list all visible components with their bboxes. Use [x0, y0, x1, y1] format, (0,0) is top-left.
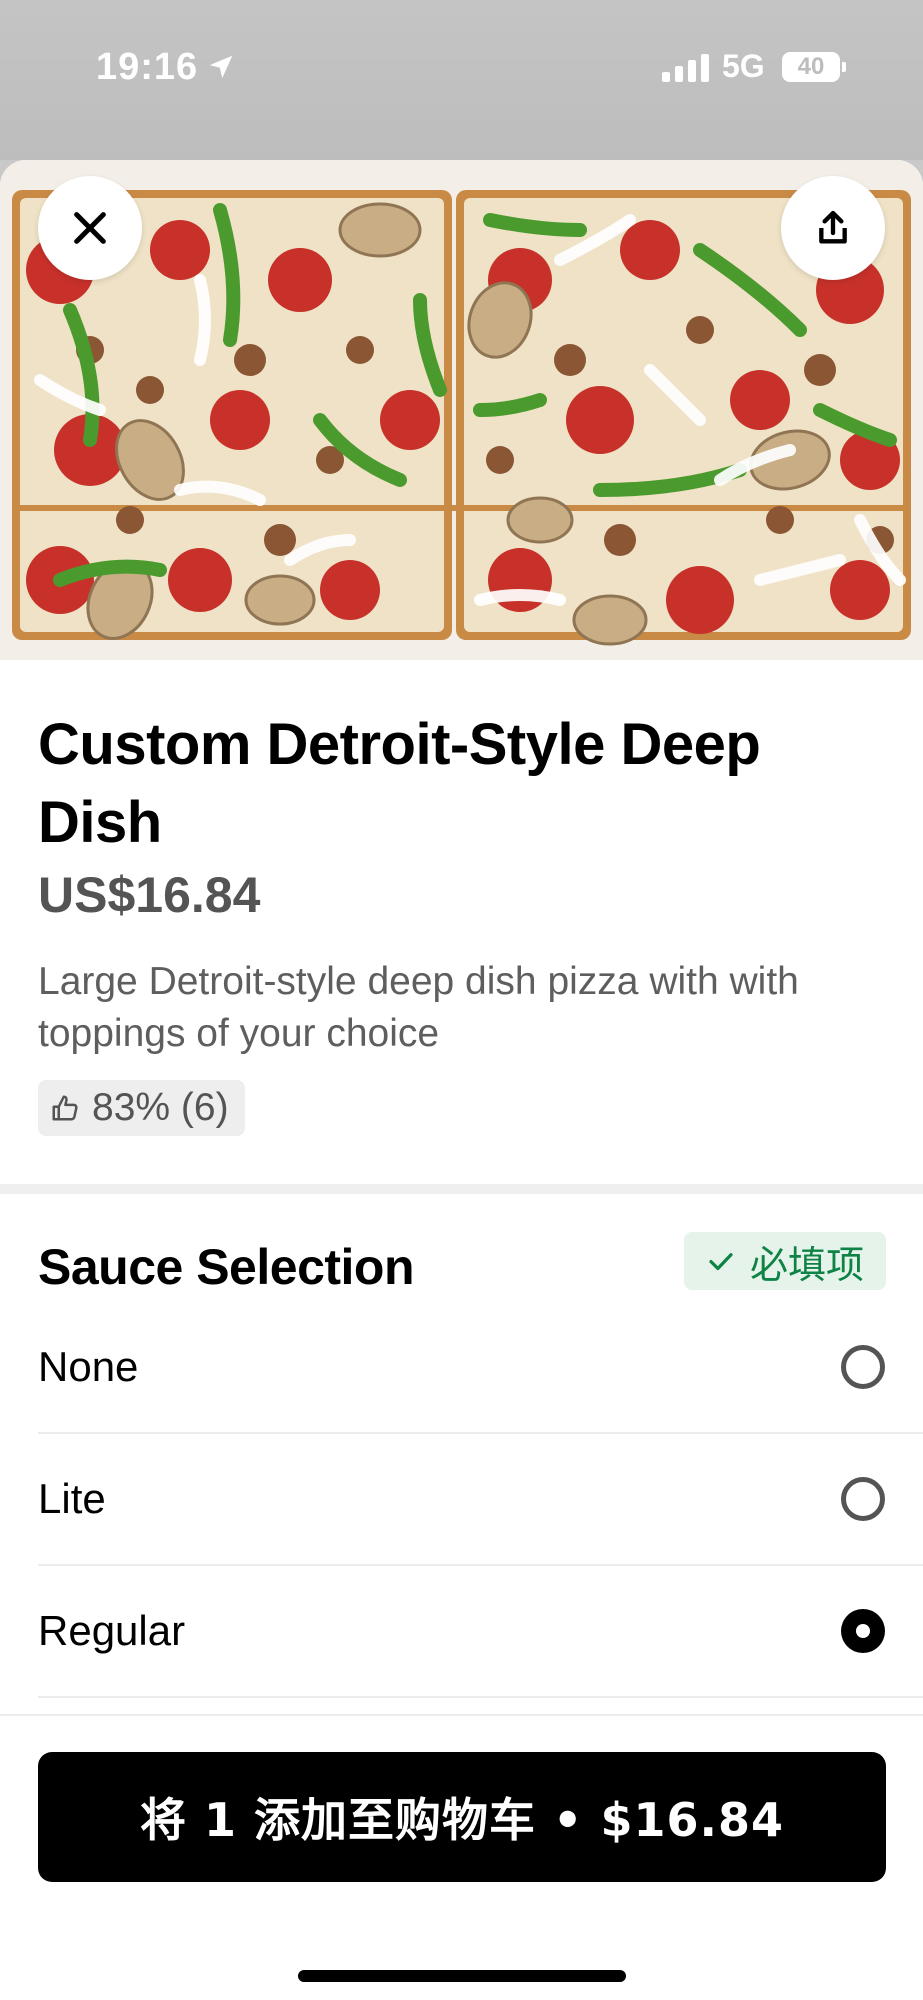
- required-badge: 必填项: [684, 1232, 886, 1290]
- bottom-action-bar: 将 1 添加至购物车 • $16.84: [0, 1714, 923, 2000]
- home-indicator[interactable]: [298, 1970, 626, 1982]
- radio-button[interactable]: [841, 1345, 885, 1389]
- item-description: Large Detroit-style deep dish pizza with…: [38, 960, 799, 1055]
- required-label: 必填项: [749, 1242, 864, 1287]
- radio-button-selected[interactable]: [841, 1609, 885, 1653]
- option-label: Lite: [38, 1475, 106, 1522]
- item-price: US$16.84: [38, 867, 261, 923]
- status-time: 19:16: [96, 46, 199, 88]
- signal-icon: [662, 52, 709, 82]
- share-button[interactable]: [781, 176, 885, 280]
- sauce-option-none[interactable]: None: [38, 1302, 923, 1434]
- close-icon: [74, 212, 106, 244]
- sauce-option-lite[interactable]: Lite: [38, 1434, 923, 1566]
- rating-badge: 83% (6): [38, 1080, 245, 1136]
- location-arrow-icon: [209, 55, 233, 79]
- section-divider: [0, 1184, 923, 1194]
- sauce-option-regular[interactable]: Regular: [38, 1566, 923, 1698]
- add-to-cart-button[interactable]: 将 1 添加至购物车 • $16.84: [38, 1752, 886, 1882]
- option-label: None: [38, 1343, 139, 1390]
- item-title: Custom Detroit-Style Deep Dish: [38, 712, 761, 855]
- status-bar: 19:16 5G 40: [0, 0, 923, 160]
- close-button[interactable]: [38, 176, 142, 280]
- rating-text: 83% (6): [92, 1086, 229, 1129]
- option-label: Regular: [38, 1607, 186, 1654]
- check-icon: [709, 1253, 733, 1271]
- network-type: 5G: [722, 48, 765, 84]
- thumbs-up-icon: [52, 1095, 78, 1121]
- share-icon: [819, 210, 847, 244]
- battery-icon: 40: [782, 52, 846, 82]
- sauce-section-title: Sauce Selection: [38, 1239, 415, 1295]
- radio-button[interactable]: [841, 1477, 885, 1521]
